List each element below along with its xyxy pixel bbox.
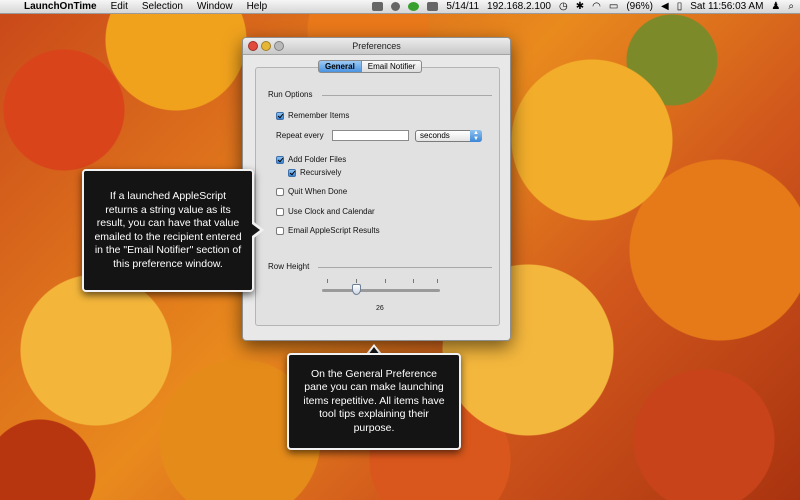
spotlight-icon[interactable]: ⌕ [788,1,794,12]
repeat-every-input[interactable] [332,130,409,141]
menu-extra-icon[interactable] [372,2,384,11]
bluetooth-icon[interactable]: ✱ [576,1,584,12]
repeat-unit-value: seconds [420,131,450,140]
zoom-button[interactable] [274,41,284,51]
date-display[interactable]: 5/14/11 [446,1,479,12]
remember-items-checkbox[interactable] [276,111,284,120]
ip-display[interactable]: 192.168.2.100 [487,1,551,12]
image-menu-icon[interactable] [427,2,439,11]
menu-selection[interactable]: Selection [142,1,183,12]
repeat-unit-select[interactable]: seconds ▲ ▼ [415,130,482,142]
slider-tick [327,279,328,283]
chat-status-icon[interactable] [408,2,420,11]
email-results-checkbox[interactable] [276,226,284,235]
row-height-value: 26 [376,305,384,312]
repeat-every-label: Repeat every [276,131,324,140]
general-pane: Run Options Remember Items Repeat every … [255,67,500,326]
remember-items-label: Remember Items [288,111,350,120]
close-button[interactable] [248,41,258,51]
slider-tick [356,279,357,283]
use-clock-label: Use Clock and Calendar [288,207,375,216]
callout-arrow-right [252,222,264,238]
repeat-every-text: Repeat every [276,131,324,140]
tab-general[interactable]: General [318,60,362,73]
quit-when-done-row[interactable]: Quit When Done [276,187,347,196]
run-options-separator [322,95,492,96]
callout-email-text: If a launched AppleScript returns a stri… [94,190,242,270]
row-height-slider[interactable] [322,289,440,292]
battery-icon[interactable]: ▭ [609,1,618,12]
row-height-heading: Row Height [268,262,310,271]
slider-tick [437,279,438,283]
tab-email-notifier[interactable]: Email Notifier [361,60,423,73]
tooltip-callout-email: If a launched AppleScript returns a stri… [82,169,254,292]
clock[interactable]: Sat 11:56:03 AM [690,1,763,12]
menu-edit[interactable]: Edit [111,1,128,12]
recursively-label: Recursively [300,168,342,177]
time-machine-icon[interactable]: ◷ [559,1,568,12]
add-folder-files-checkbox[interactable] [276,155,284,164]
menu-window[interactable]: Window [197,1,233,12]
run-options-heading: Run Options [268,90,313,99]
recursively-row[interactable]: Recursively [288,168,341,177]
email-results-row[interactable]: Email AppleScript Results [276,226,380,235]
slider-tick [413,279,414,283]
use-clock-row[interactable]: Use Clock and Calendar [276,207,375,216]
tooltip-callout-general: On the General Preference pane you can m… [287,353,461,450]
battery-percent[interactable]: (96%) [626,1,653,12]
input-source-icon[interactable]: ▯ [677,1,683,12]
slider-tick [385,279,386,283]
tab-bar: General Email Notifier [318,60,423,73]
row-height-slider-knob[interactable] [351,284,361,295]
menu-help[interactable]: Help [247,1,268,12]
sync-icon[interactable] [391,2,401,11]
window-titlebar[interactable]: Preferences [243,38,510,55]
callout-general-text: On the General Preference pane you can m… [303,367,445,434]
minimize-button[interactable] [261,41,271,51]
use-clock-checkbox[interactable] [276,207,284,216]
preferences-window: Preferences General Email Notifier Run O… [242,37,511,341]
volume-icon[interactable]: ◀ [661,1,669,12]
recursively-checkbox[interactable] [288,168,296,177]
wifi-icon[interactable]: ◠ [592,1,601,12]
app-menu[interactable]: LaunchOnTime [24,1,97,12]
add-folder-files-row[interactable]: Add Folder Files [276,155,346,164]
quit-when-done-label: Quit When Done [288,187,348,196]
chevron-updown-icon: ▲ ▼ [470,130,482,142]
quit-when-done-checkbox[interactable] [276,187,284,196]
email-results-label: Email AppleScript Results [288,226,380,235]
row-height-separator [318,267,492,268]
status-area: 5/14/11 192.168.2.100 ◷ ✱ ◠ ▭ (96%) ◀ ▯ … [372,1,800,12]
remember-items-row[interactable]: Remember Items [276,111,349,120]
add-folder-files-label: Add Folder Files [288,155,347,164]
window-title: Preferences [352,41,401,51]
menu-bar: LaunchOnTime Edit Selection Window Help … [0,0,800,14]
user-icon[interactable]: ♟ [771,1,780,12]
